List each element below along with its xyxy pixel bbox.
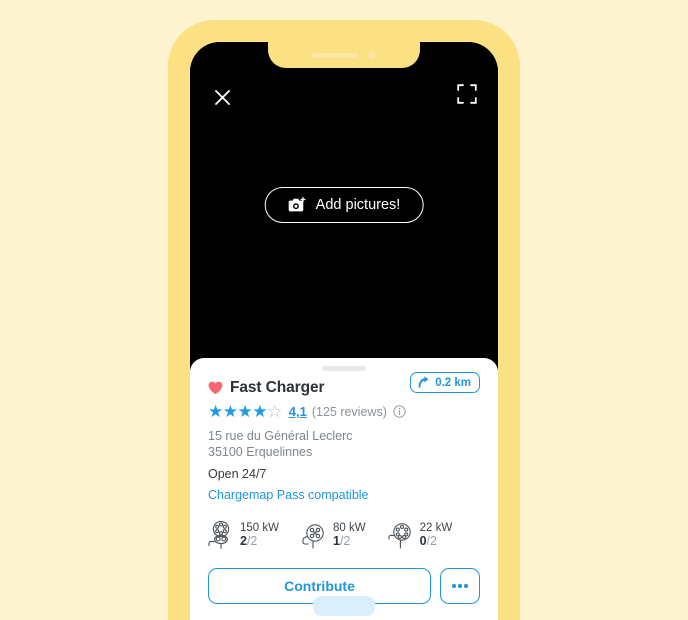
connectors-row: 150 kW 2/2 80 kW 1/2 22 kW 0/2 <box>208 520 480 550</box>
close-icon <box>214 89 230 105</box>
next-section-peek <box>313 596 375 616</box>
address-line-1: 15 rue du Général Leclerc <box>208 429 353 443</box>
more-options-icon <box>452 584 456 588</box>
heart-icon[interactable] <box>208 381 223 395</box>
fullscreen-icon <box>457 84 477 104</box>
connector-text-type2: 22 kW 0/2 <box>420 522 453 548</box>
connector-availability-type2: 0/2 <box>419 534 437 548</box>
distance-label: 0.2 km <box>435 376 471 389</box>
connector-availability-ccs: 2/2 <box>240 534 258 548</box>
direction-arrow-icon <box>418 376 429 388</box>
front-camera-icon <box>368 51 376 59</box>
chademo-connector-icon <box>302 524 324 549</box>
address-block: 15 rue du Général Leclerc 35100 Erquelin… <box>208 428 480 460</box>
rating-row: ★ ★ ★ ★ ☆ 4,1 (125 reviews) <box>208 403 480 420</box>
star-icon-2: ★ <box>222 402 238 421</box>
rating-value[interactable]: 4,1 <box>289 404 307 419</box>
station-detail-sheet: Fast Charger 0.2 km ★ ★ ★ ★ ☆ 4,1 (125 r… <box>190 358 498 620</box>
add-pictures-button[interactable]: Add pictures! <box>264 187 424 223</box>
connector-item-chademo[interactable]: 80 kW 1/2 <box>301 520 366 550</box>
star-icon-4: ★ <box>252 402 267 421</box>
close-button[interactable] <box>209 84 235 110</box>
connector-text-chademo: 80 kW 1/2 <box>333 522 366 548</box>
distance-badge[interactable]: 0.2 km <box>410 372 480 393</box>
ccs-combo-connector-icon <box>208 520 230 549</box>
connector-item-type2[interactable]: 22 kW 0/2 <box>388 520 453 550</box>
star-icon-5: ☆ <box>267 402 282 421</box>
earpiece-speaker-icon <box>312 52 358 58</box>
sheet-content: Fast Charger 0.2 km ★ ★ ★ ★ ☆ 4,1 (125 r… <box>190 371 498 616</box>
info-button[interactable] <box>393 405 406 418</box>
chargemap-pass-link[interactable]: Chargemap Pass compatible <box>208 488 369 502</box>
station-name: Fast Charger <box>230 379 325 396</box>
add-pictures-label: Add pictures! <box>315 197 401 213</box>
connector-text-ccs: 150 kW 2/2 <box>240 522 279 548</box>
address-line-2: 35100 Erquelinnes <box>208 445 313 459</box>
more-options-button[interactable] <box>440 568 480 604</box>
phone-notch <box>268 42 420 68</box>
rating-stars[interactable]: ★ ★ ★ ★ ☆ <box>208 403 282 420</box>
camera-plus-icon <box>288 196 306 211</box>
connector-item-ccs[interactable]: 150 kW 2/2 <box>208 520 279 550</box>
phone-screen: Add pictures! Fast Charger 0.2 km ★ ★ ★ … <box>190 42 498 620</box>
opening-hours: Open 24/7 <box>208 467 267 481</box>
star-icon-1: ★ <box>208 402 223 421</box>
type2-connector-icon <box>388 523 411 549</box>
info-icon <box>393 405 406 418</box>
photo-area: Add pictures! <box>190 42 498 358</box>
reviews-count: (125 reviews) <box>311 404 387 419</box>
connector-availability-chademo: 1/2 <box>333 534 351 548</box>
fullscreen-button[interactable] <box>457 84 481 108</box>
star-icon-3: ★ <box>237 402 253 421</box>
